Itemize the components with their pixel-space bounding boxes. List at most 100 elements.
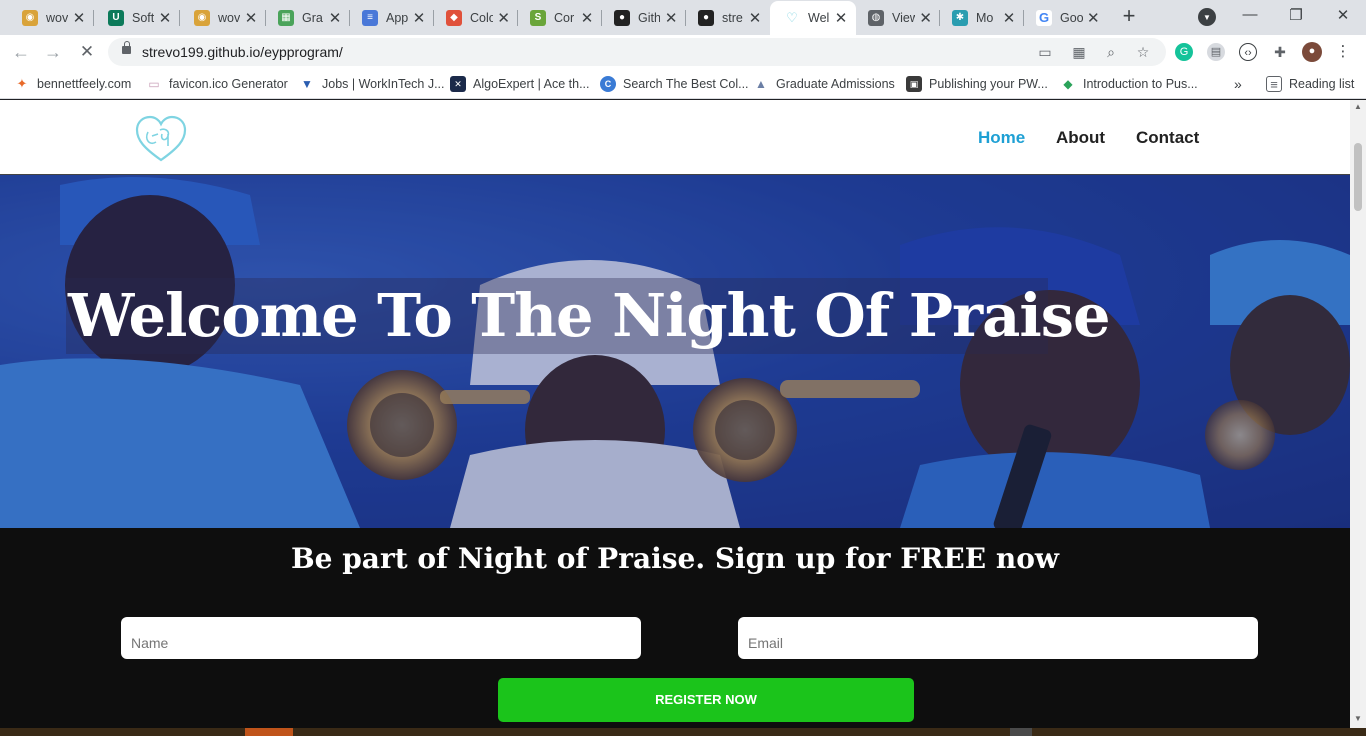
bookmark-item[interactable]: ▼ Jobs | WorkInTech J... (299, 75, 445, 93)
avatar[interactable]: ● (1302, 42, 1322, 62)
site-navbar: Home About Contact (0, 100, 1350, 175)
bookmark-favicon-icon: C (600, 76, 616, 92)
nav-contact-link[interactable]: Contact (1136, 128, 1199, 148)
tab-favicon-icon: S (530, 9, 546, 26)
nav-about-link[interactable]: About (1056, 128, 1105, 148)
tab-search-icon[interactable]: ▼ (1198, 8, 1216, 26)
install-app-icon[interactable]: ▭ (1036, 43, 1054, 61)
bookmark-star-icon[interactable]: ☆ (1134, 43, 1152, 61)
browser-tab[interactable]: ≡ App ✕ (348, 2, 434, 33)
close-tab-icon[interactable]: ✕ (919, 9, 932, 27)
nav-home-link[interactable]: Home (978, 128, 1025, 148)
close-tab-icon[interactable]: ✕ (158, 9, 172, 27)
scrollbar-thumb[interactable] (1354, 143, 1362, 211)
bookmark-label: Jobs | WorkInTech J... (322, 77, 445, 91)
close-tab-icon[interactable]: ✕ (1087, 9, 1100, 27)
bookmark-item[interactable]: C Search The Best Col... (600, 75, 749, 93)
tab-title: Wel (808, 11, 830, 25)
bookmark-label: Publishing your PW... (929, 77, 1048, 91)
close-tab-icon[interactable]: ✕ (580, 9, 594, 27)
tab-title: Gith (638, 10, 661, 25)
register-now-button[interactable]: REGISTER NOW (498, 678, 914, 722)
browser-tab[interactable]: ● Gith ✕ (600, 2, 686, 33)
bookmark-favicon-icon: ▣ (906, 76, 922, 92)
forward-arrow-icon[interactable]: → (42, 41, 64, 63)
devtools-extension-icon[interactable]: ‹› (1239, 43, 1257, 61)
email-input[interactable] (738, 617, 1258, 659)
tab-title: Cor (554, 10, 575, 25)
browser-tab-active[interactable]: ♡ Wel ✕ (770, 1, 856, 35)
close-tab-icon[interactable]: ✕ (244, 9, 258, 27)
close-tab-icon[interactable]: ✕ (328, 9, 342, 27)
browser-tab[interactable]: ◆ Colo ✕ (432, 2, 518, 33)
restore-button[interactable]: ❐ (1286, 6, 1306, 24)
close-tab-icon[interactable]: ✕ (497, 9, 510, 27)
url-text[interactable]: strevo199.github.io/eypprogram/ (142, 44, 343, 60)
grammarly-icon[interactable]: G (1175, 43, 1193, 61)
hero-title: Welcome To The Night Of Praise (68, 281, 1111, 350)
bookmark-item[interactable]: ✕ AlgoExpert | Ace th... (450, 75, 590, 93)
tab-title: Mo (976, 10, 994, 25)
minimize-button[interactable]: — (1240, 6, 1260, 23)
browser-tab[interactable]: G Goo ✕ (1022, 2, 1108, 33)
page-scrollbar[interactable]: ▲ ▼ (1350, 100, 1366, 728)
qr-code-icon[interactable]: ▦ (1070, 43, 1088, 61)
address-bar[interactable]: strevo199.github.io/eypprogram/ ▭ ▦ ⌕ ☆ (108, 38, 1166, 66)
browser-tab[interactable]: ▦ Gra ✕ (264, 2, 350, 33)
close-tab-icon[interactable]: ✕ (1002, 9, 1016, 27)
google-icon: G (1036, 9, 1052, 26)
extension-icon[interactable]: ▤ (1207, 43, 1225, 61)
close-window-button[interactable]: ✕ (1333, 6, 1353, 24)
bookmark-favicon-icon: ✦ (14, 76, 30, 92)
zoom-icon[interactable]: ⌕ (1102, 43, 1120, 61)
github-icon: ● (698, 9, 714, 26)
tab-favicon-icon: ◍ (868, 9, 884, 26)
tab-favicon-icon: ◉ (22, 9, 38, 26)
browser-tab[interactable]: ✱ Mo ✕ (938, 2, 1024, 33)
browser-tab[interactable]: ◉ wov ✕ (8, 2, 94, 33)
more-bookmarks-button[interactable]: » (1234, 75, 1242, 93)
browser-tab[interactable]: U Soft ✕ (94, 2, 180, 33)
more-bookmarks-icon: » (1234, 76, 1242, 92)
taskbar-app-icon[interactable] (1010, 728, 1032, 736)
heart-logo-icon[interactable] (134, 112, 188, 166)
bookmark-favicon-icon: ◆ (1060, 76, 1076, 92)
browser-tab[interactable]: ◍ View ✕ (854, 2, 940, 33)
signup-section: Be part of Night of Praise. Sign up for … (0, 528, 1350, 728)
bookmark-favicon-icon: ▲ (753, 76, 769, 92)
close-tab-icon[interactable]: ✕ (72, 9, 86, 27)
reading-list-label: Reading list (1289, 77, 1355, 91)
menu-kebab-icon[interactable]: ⋮ (1334, 43, 1352, 61)
close-tab-icon[interactable]: ✕ (834, 9, 848, 27)
tab-favicon-icon: ✱ (952, 9, 968, 26)
stop-loading-icon[interactable]: ✕ (76, 41, 98, 63)
bookmark-item[interactable]: ▲ Graduate Admissions (753, 75, 895, 93)
new-tab-button[interactable]: + (1116, 5, 1142, 29)
back-arrow-icon[interactable]: ← (10, 41, 32, 63)
bookmark-label: Search The Best Col... (623, 77, 749, 91)
bookmark-item[interactable]: ◆ Introduction to Pus... (1060, 75, 1198, 93)
scroll-down-icon[interactable]: ▼ (1353, 714, 1363, 723)
name-input[interactable] (121, 617, 641, 659)
bookmark-label: Graduate Admissions (776, 77, 895, 91)
browser-tab[interactable]: ● stre ✕ (684, 2, 770, 33)
reading-list-icon: ≡ (1266, 76, 1282, 92)
tab-title: Soft (132, 10, 155, 25)
bookmark-label: favicon.ico Generator (169, 77, 288, 91)
extensions-puzzle-icon[interactable]: ✚ (1271, 43, 1289, 61)
bookmark-item[interactable]: ▣ Publishing your PW... (906, 75, 1048, 93)
tab-favicon-icon: ▦ (278, 9, 294, 26)
bookmark-item[interactable]: ▭ favicon.ico Generator (146, 75, 288, 93)
close-tab-icon[interactable]: ✕ (664, 9, 678, 27)
bookmark-label: AlgoExpert | Ace th... (473, 77, 590, 91)
close-tab-icon[interactable]: ✕ (412, 9, 426, 27)
reading-list-button[interactable]: ≡ Reading list (1266, 75, 1354, 93)
browser-tab[interactable]: ◉ wov ✕ (180, 2, 266, 33)
bookmark-favicon-icon: ✕ (450, 76, 466, 92)
taskbar-app-icon[interactable] (245, 728, 293, 736)
tab-favicon-icon: ◉ (194, 9, 210, 26)
scroll-up-icon[interactable]: ▲ (1353, 102, 1363, 111)
bookmark-item[interactable]: ✦ bennettfeely.com (14, 75, 131, 93)
close-tab-icon[interactable]: ✕ (748, 9, 762, 27)
browser-tab[interactable]: S Cor ✕ (516, 2, 602, 33)
